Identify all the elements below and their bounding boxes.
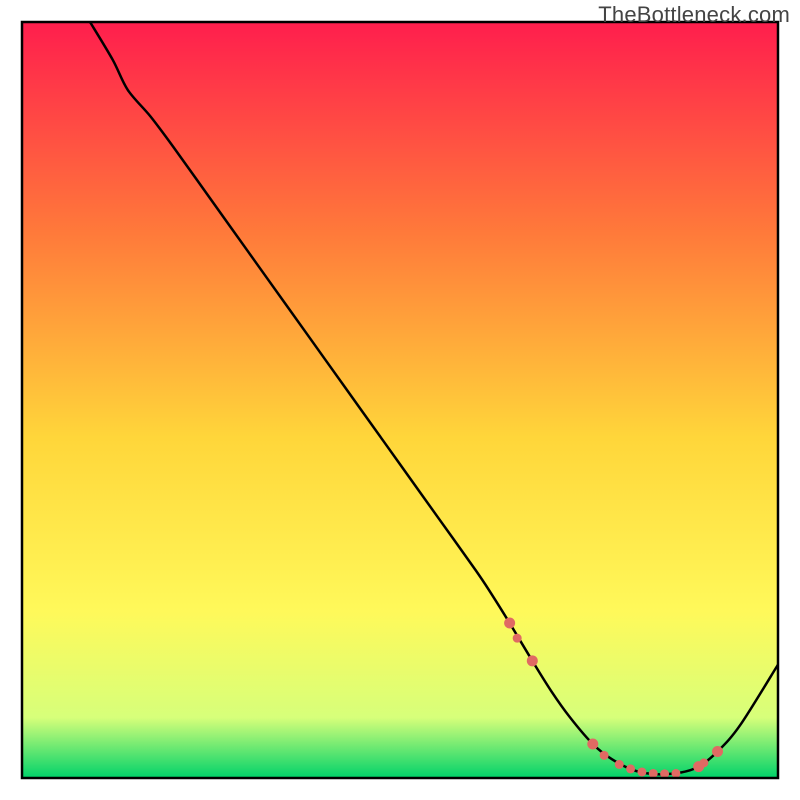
plot-background xyxy=(22,22,778,778)
curve-marker xyxy=(626,764,635,773)
curve-marker xyxy=(671,769,680,778)
curve-marker xyxy=(587,738,598,749)
bottleneck-chart: TheBottleneck.com xyxy=(0,0,800,800)
curve-marker xyxy=(600,751,609,760)
curve-marker xyxy=(712,746,723,757)
chart-svg xyxy=(0,0,800,800)
watermark-text: TheBottleneck.com xyxy=(598,2,790,28)
curve-marker xyxy=(504,618,515,629)
curve-marker xyxy=(649,769,658,778)
curve-marker xyxy=(513,634,522,643)
curve-marker xyxy=(699,758,708,767)
curve-marker xyxy=(615,760,624,769)
curve-marker xyxy=(527,655,538,666)
curve-marker xyxy=(637,767,646,776)
